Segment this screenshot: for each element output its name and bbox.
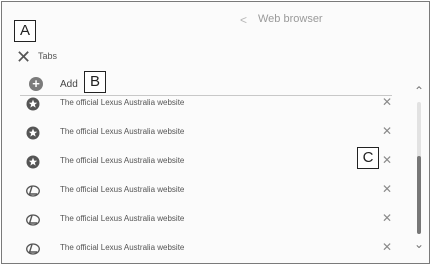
web-browser-tabs-screen: < Web browser ✕ Tabs The official Lexus … — [1, 1, 430, 264]
callout-c: C — [357, 147, 379, 169]
star-icon — [26, 126, 40, 140]
tab-title: The official Lexus Australia website — [60, 98, 185, 107]
close-tab-button[interactable]: ✕ — [382, 211, 392, 225]
close-tab-button[interactable]: ✕ — [382, 153, 392, 167]
tab-title: The official Lexus Australia website — [60, 214, 185, 223]
tab-row[interactable]: The official Lexus Australia website ✕ — [2, 118, 402, 148]
close-tab-button[interactable]: ✕ — [382, 182, 392, 196]
tab-list: The official Lexus Australia website ✕ T… — [2, 90, 412, 260]
back-icon[interactable]: < — [240, 13, 247, 27]
tab-title: The official Lexus Australia website — [60, 185, 185, 194]
lexus-logo-icon — [26, 185, 40, 197]
divider — [20, 95, 392, 96]
header: < Web browser — [2, 2, 429, 42]
close-tab-button[interactable]: ✕ — [382, 95, 392, 109]
scrollbar-thumb[interactable] — [417, 156, 421, 234]
add-icon: + — [29, 77, 43, 91]
scrollbar[interactable] — [417, 102, 421, 234]
add-label: Add — [60, 79, 78, 90]
scroll-down-button[interactable]: ⌄ — [412, 238, 426, 250]
tab-title: The official Lexus Australia website — [60, 156, 185, 165]
tab-row[interactable]: The official Lexus Australia website ✕ — [2, 234, 402, 260]
close-tabs-button[interactable]: ✕ — [16, 48, 31, 66]
close-tab-button[interactable]: ✕ — [382, 124, 392, 138]
close-tab-button[interactable]: ✕ — [382, 240, 392, 254]
star-icon — [26, 155, 40, 169]
tabs-label: Tabs — [38, 51, 58, 61]
tab-title: The official Lexus Australia website — [60, 243, 185, 252]
star-icon — [26, 97, 40, 111]
lexus-logo-icon — [26, 214, 40, 226]
tab-row[interactable]: The official Lexus Australia website ✕ — [2, 205, 402, 235]
lexus-logo-icon — [26, 243, 40, 255]
callout-b: B — [84, 71, 106, 93]
callout-a: A — [14, 20, 36, 42]
tab-row[interactable]: The official Lexus Australia website ✕ — [2, 176, 402, 206]
scroll-up-button[interactable]: ⌃ — [412, 85, 426, 97]
page-title: Web browser — [258, 13, 323, 25]
tab-row[interactable]: The official Lexus Australia website ✕ — [2, 147, 402, 177]
tab-title: The official Lexus Australia website — [60, 127, 185, 136]
